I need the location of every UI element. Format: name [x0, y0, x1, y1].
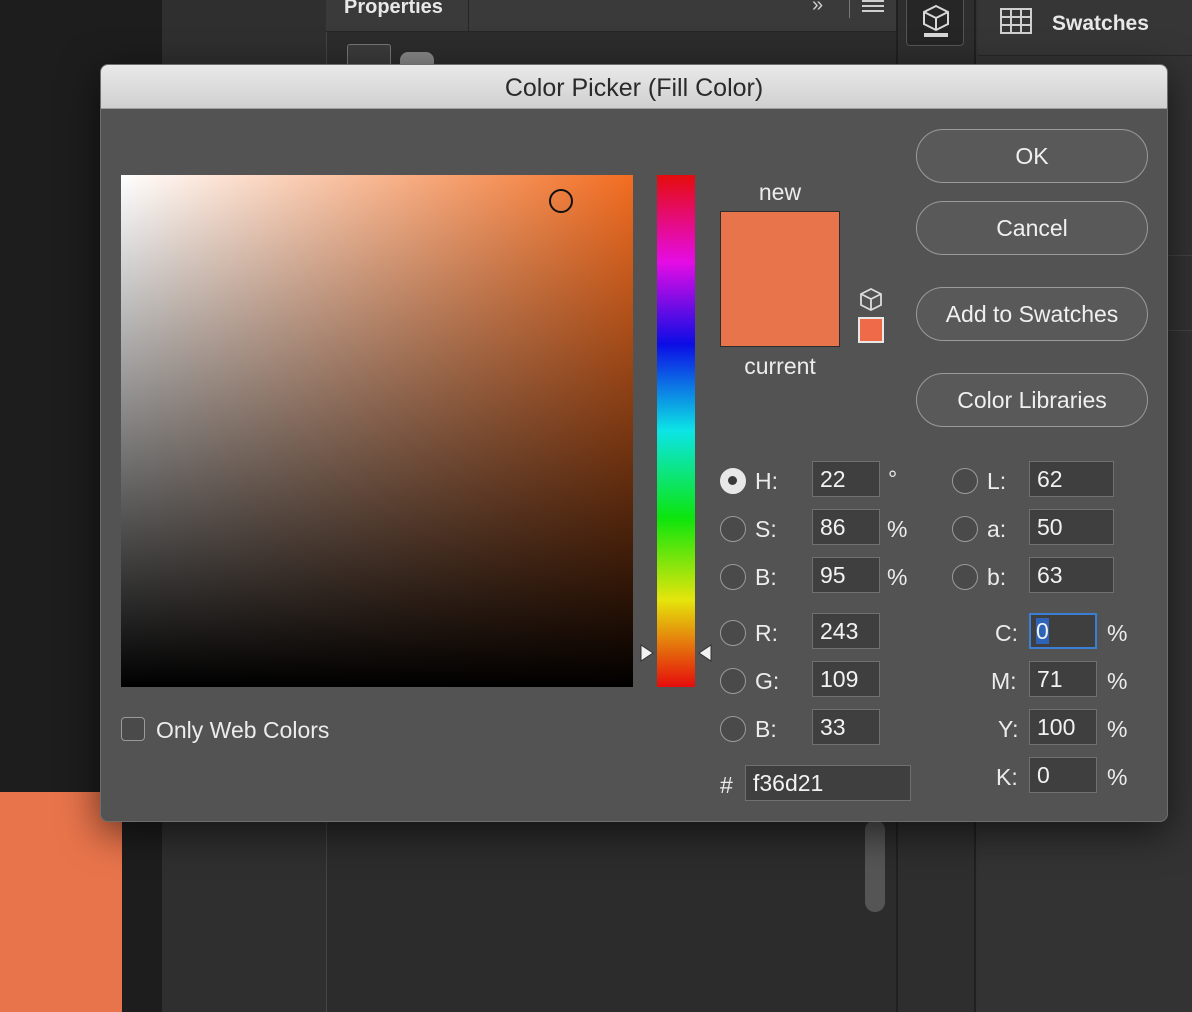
panel-menu-icon[interactable] [862, 0, 884, 15]
lab-a-radio[interactable] [952, 516, 978, 542]
blue-field[interactable]: 33 [812, 709, 880, 745]
cyan-value: 0 [1036, 618, 1049, 644]
properties-panel-title[interactable]: Properties [344, 0, 443, 19]
cyan-unit: % [1107, 620, 1128, 646]
dialog-title: Color Picker (Fill Color) [504, 74, 764, 102]
lab-b-field[interactable]: 63 [1029, 557, 1114, 593]
current-color-swatch[interactable] [721, 280, 839, 346]
cyan-field[interactable]: 0 [1029, 613, 1097, 649]
properties-section-heading [450, 54, 650, 64]
red-radio[interactable] [720, 620, 746, 646]
properties-scrollbar[interactable] [865, 820, 885, 912]
hue-radio[interactable] [720, 468, 746, 494]
yellow-unit: % [1107, 716, 1128, 742]
yellow-label: Y: [998, 716, 1019, 742]
blue-radio[interactable] [720, 716, 746, 742]
saturation-label: S: [755, 516, 777, 542]
header-divider [849, 0, 850, 18]
hue-unit: ° [888, 466, 898, 492]
red-label: R: [755, 620, 778, 646]
lab-b-radio[interactable] [952, 564, 978, 590]
black-label: K: [996, 764, 1018, 790]
lab-b-label: b: [987, 564, 1007, 590]
dialog-titlebar[interactable]: Color Picker (Fill Color) [101, 65, 1167, 109]
swatches-panel-title[interactable]: Swatches [1052, 12, 1149, 36]
green-radio[interactable] [720, 668, 746, 694]
hue-slider-left-handle-icon[interactable] [640, 644, 654, 662]
web-safe-cube-icon[interactable] [859, 287, 883, 313]
brightness-field[interactable]: 95 [812, 557, 880, 593]
only-web-colors-checkbox[interactable] [121, 717, 145, 741]
ok-button[interactable]: OK [916, 129, 1148, 183]
color-field-cursor[interactable] [549, 189, 573, 213]
brightness-label: B: [755, 564, 777, 590]
blue-label: B: [755, 716, 777, 742]
lab-l-label: L: [987, 468, 1007, 494]
yellow-field[interactable]: 100 [1029, 709, 1097, 745]
black-unit: % [1107, 764, 1128, 790]
saturation-field[interactable]: 86 [812, 509, 880, 545]
panel-divider [1168, 255, 1192, 256]
grid-icon[interactable] [1000, 8, 1032, 39]
brightness-unit: % [887, 564, 908, 590]
collapse-panels-icon[interactable]: » [812, 0, 823, 17]
only-web-colors-label[interactable]: Only Web Colors [156, 717, 329, 744]
cube-icon [923, 4, 949, 37]
color-libraries-button[interactable]: Color Libraries [916, 373, 1148, 427]
green-label: G: [755, 668, 780, 694]
brightness-radio[interactable] [720, 564, 746, 590]
red-field[interactable]: 243 [812, 613, 880, 649]
web-safe-color-swatch[interactable] [858, 317, 884, 343]
color-preview [720, 211, 840, 347]
add-to-swatches-button[interactable]: Add to Swatches [916, 287, 1148, 341]
lab-a-field[interactable]: 50 [1029, 509, 1114, 545]
color-field[interactable] [121, 175, 633, 687]
saturation-radio[interactable] [720, 516, 746, 542]
hex-field[interactable]: f36d21 [745, 765, 911, 801]
cancel-button[interactable]: Cancel [916, 201, 1148, 255]
green-field[interactable]: 109 [812, 661, 880, 697]
magenta-unit: % [1107, 668, 1128, 694]
lab-l-radio[interactable] [952, 468, 978, 494]
magenta-label: M: [991, 668, 1017, 694]
black-field[interactable]: 0 [1029, 757, 1097, 793]
hue-field[interactable]: 22 [812, 461, 880, 497]
hue-slider-right-handle-icon[interactable] [698, 644, 712, 662]
hue-slider[interactable] [657, 175, 695, 687]
new-color-swatch [721, 212, 839, 280]
hue-label: H: [755, 468, 778, 494]
panel-divider [1168, 330, 1192, 331]
lab-l-field[interactable]: 62 [1029, 461, 1114, 497]
tab-divider [468, 0, 469, 32]
hex-label: # [720, 772, 733, 798]
lab-a-label: a: [987, 516, 1007, 542]
3d-panel-button[interactable] [906, 0, 964, 46]
canvas-shape [0, 792, 122, 1012]
magenta-field[interactable]: 71 [1029, 661, 1097, 697]
new-color-label: new [758, 179, 802, 205]
color-picker-dialog: Color Picker (Fill Color) new current OK… [100, 64, 1168, 822]
saturation-unit: % [887, 516, 908, 542]
transform-icon[interactable] [347, 44, 391, 66]
current-color-label: current [744, 353, 816, 379]
cyan-label: C: [995, 620, 1018, 646]
